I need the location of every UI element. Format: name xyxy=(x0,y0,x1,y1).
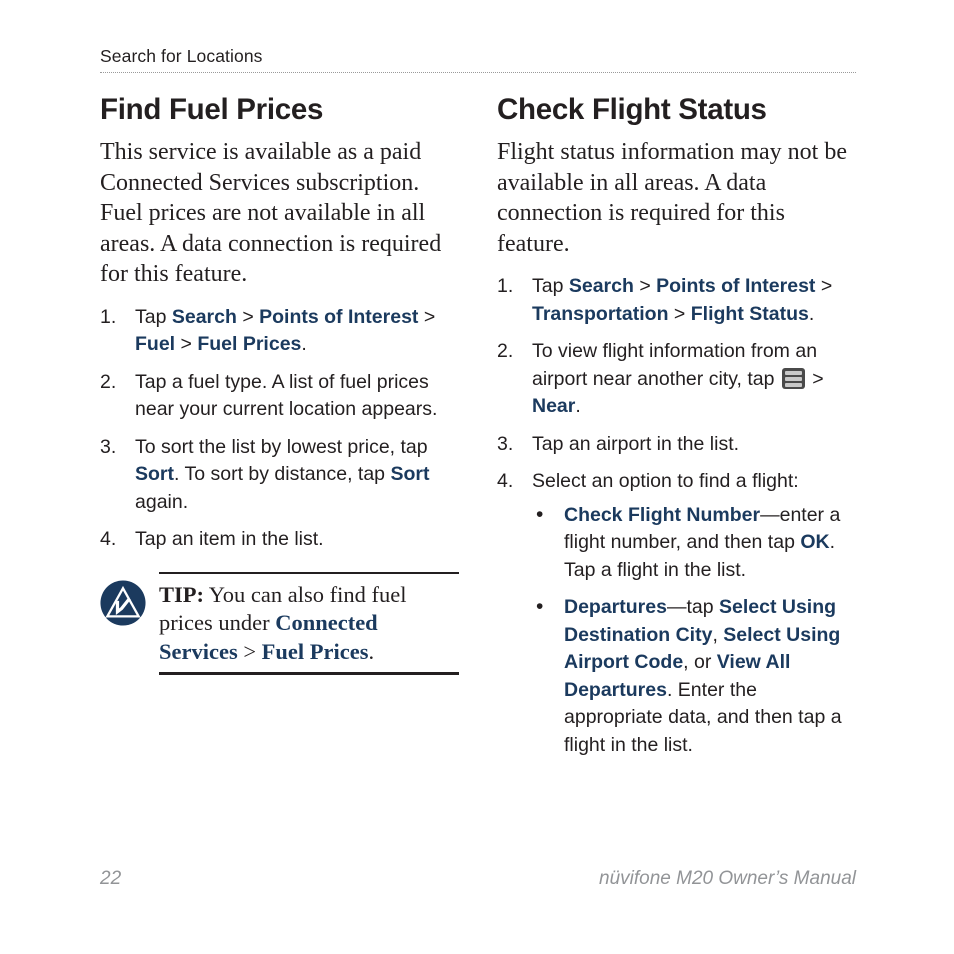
step-number: 4. xyxy=(100,528,117,550)
ui-term: Search xyxy=(568,275,634,297)
footer-page-number: 22 xyxy=(100,868,122,889)
tip-callout: TIP: You can also find fuel prices under… xyxy=(100,571,459,675)
ui-term: Fuel xyxy=(135,333,176,355)
two-column-body: Find Fuel Prices This service is availab… xyxy=(100,92,856,769)
page-title-find-fuel-prices: Find Fuel Prices xyxy=(100,93,324,126)
ui-term: Points of Interest xyxy=(656,275,816,297)
step-text: Tap an item in the list. xyxy=(135,528,324,550)
ui-term: Check Flight Number xyxy=(564,503,761,526)
ui-term: Fuel Prices xyxy=(261,638,369,664)
list-item: • Departures—tap Select Using Destinatio… xyxy=(532,594,856,759)
list-item: 4. Tap an item in the list. xyxy=(100,526,459,554)
manual-page: Search for Locations Find Fuel Prices Th… xyxy=(0,0,954,954)
list-item: • Check Flight Number—enter a flight num… xyxy=(532,502,856,585)
bullet-text: Check Flight Number—enter a flight numbe… xyxy=(564,503,841,581)
ui-term: Sort xyxy=(390,463,430,485)
running-header: Search for Locations xyxy=(100,46,263,66)
step-number: 4. xyxy=(497,470,514,492)
bullet-icon: • xyxy=(536,502,544,526)
bullet-icon: • xyxy=(536,595,544,618)
right-column: Check Flight Status Flight status inform… xyxy=(497,92,856,769)
ui-term: Fuel Prices xyxy=(197,333,302,355)
tip-label: TIP: xyxy=(159,581,204,607)
menu-icon xyxy=(781,367,805,389)
ui-term: Near xyxy=(532,395,576,417)
header-divider xyxy=(100,72,856,74)
step-text: Select an option to find a flight: xyxy=(532,470,799,492)
step-number: 1. xyxy=(497,275,514,297)
list-item: 3. Tap an airport in the list. xyxy=(497,431,856,459)
step-text: To view flight information from an airpo… xyxy=(532,340,824,417)
step-number: 3. xyxy=(100,435,117,458)
ui-term: Search xyxy=(171,305,237,328)
intro-paragraph-flight: Flight status information may not be ava… xyxy=(497,139,847,257)
step-number: 2. xyxy=(100,370,117,393)
step-text: Tap Search > Points of Interest > Fuel >… xyxy=(135,305,436,356)
steps-list-flight: 1. Tap Search > Points of Interest > Tra… xyxy=(497,273,856,759)
ui-term: Departures xyxy=(564,596,667,618)
list-item: 3. To sort the list by lowest price, tap… xyxy=(100,434,459,517)
step-text: Tap an airport in the list. xyxy=(532,432,740,455)
ui-term: OK xyxy=(800,531,830,553)
options-bullet-list: • Check Flight Number—enter a flight num… xyxy=(532,502,856,760)
step-text: To sort the list by lowest price, tap So… xyxy=(135,435,430,513)
ui-term: Points of Interest xyxy=(259,305,419,328)
step-text: Tap a fuel type. A list of fuel prices n… xyxy=(135,370,438,421)
list-item: 2. To view flight information from an ai… xyxy=(497,338,856,421)
ui-term: Sort xyxy=(135,463,174,485)
ui-term: Flight Status xyxy=(690,302,809,325)
step-number: 3. xyxy=(497,432,514,455)
tip-text: TIP: You can also find fuel prices under… xyxy=(159,571,459,675)
list-item: 4. Select an option to find a flight: • … xyxy=(497,468,856,759)
left-column: Find Fuel Prices This service is availab… xyxy=(100,92,459,769)
footer-manual-title: nüvifone M20 Owner’s Manual xyxy=(599,868,856,889)
list-item: 2. Tap a fuel type. A list of fuel price… xyxy=(100,369,459,424)
steps-list-fuel: 1. Tap Search > Points of Interest > Fue… xyxy=(100,304,459,554)
page-title-check-flight-status: Check Flight Status xyxy=(497,93,767,126)
step-number: 2. xyxy=(497,340,514,362)
list-item: 1. Tap Search > Points of Interest > Tra… xyxy=(497,273,856,328)
step-text: Tap Search > Points of Interest > Transp… xyxy=(532,275,833,325)
step-number: 1. xyxy=(100,305,117,328)
garmin-logo-icon xyxy=(100,579,146,626)
bullet-text: Departures—tap Select Using Destination … xyxy=(564,596,842,756)
ui-term: Transportation xyxy=(532,302,669,325)
intro-paragraph-fuel: This service is available as a paid Conn… xyxy=(100,139,442,287)
list-item: 1. Tap Search > Points of Interest > Fue… xyxy=(100,304,459,359)
